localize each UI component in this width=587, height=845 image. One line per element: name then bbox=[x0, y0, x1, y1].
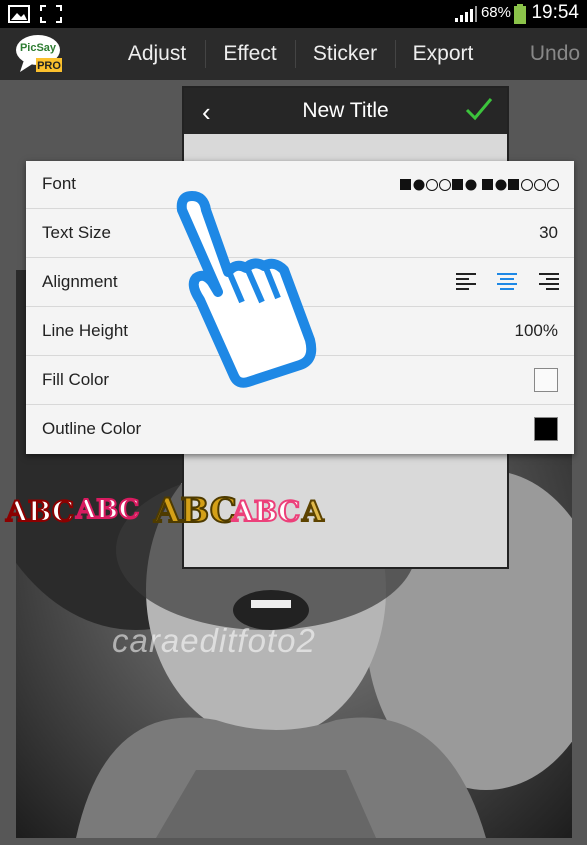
svg-text:PicSay: PicSay bbox=[20, 42, 57, 54]
pointing-hand-icon bbox=[176, 191, 317, 388]
screenshot-icon bbox=[40, 5, 62, 23]
text-style-preset[interactable]: A bbox=[301, 494, 325, 529]
fill-color-label: Fill Color bbox=[42, 370, 110, 389]
dialog-header: ‹ New Title bbox=[184, 88, 507, 134]
status-bar: 68% 19:54 bbox=[0, 0, 587, 28]
outline-color-swatch[interactable] bbox=[534, 417, 558, 441]
outline-color-row[interactable]: Outline Color bbox=[26, 406, 574, 454]
effect-button[interactable]: Effect bbox=[210, 28, 290, 80]
text-style-preset[interactable]: ABC bbox=[75, 494, 140, 526]
battery-percent: 68% bbox=[480, 4, 511, 21]
dialog-title: New Title bbox=[302, 99, 389, 122]
export-button[interactable]: Export bbox=[400, 28, 486, 80]
text-size-value: 30 bbox=[539, 223, 558, 242]
signal-icon bbox=[455, 6, 477, 22]
line-height-value: 100% bbox=[514, 321, 558, 340]
adjust-button[interactable]: Adjust bbox=[114, 28, 200, 80]
confirm-check-icon[interactable] bbox=[465, 96, 493, 122]
clock: 19:54 bbox=[531, 2, 579, 23]
svg-text:PRO: PRO bbox=[37, 60, 61, 72]
text-style-presets: ABC ABC ABC ABC A bbox=[5, 490, 326, 545]
sticker-button[interactable]: Sticker bbox=[300, 28, 390, 80]
right-align-icon[interactable] bbox=[539, 273, 559, 291]
outline-color-label: Outline Color bbox=[42, 419, 142, 438]
fill-color-swatch[interactable] bbox=[534, 368, 558, 392]
alignment-label: Alignment bbox=[42, 272, 118, 291]
app-toolbar: PicSay PRO Adjust Effect Sticker Export … bbox=[0, 28, 587, 80]
font-label: Font bbox=[42, 174, 77, 193]
watermark-text: caraeditfoto2 bbox=[112, 622, 316, 659]
text-style-preset[interactable]: ABC bbox=[153, 490, 238, 532]
text-size-label: Text Size bbox=[42, 223, 111, 242]
image-notification-icon bbox=[8, 5, 30, 23]
font-preview bbox=[400, 179, 559, 191]
line-height-label: Line Height bbox=[42, 321, 129, 340]
left-align-icon[interactable] bbox=[456, 273, 476, 291]
center-align-icon[interactable] bbox=[497, 273, 517, 291]
toolbar-divider bbox=[395, 40, 396, 68]
picsay-pro-logo[interactable]: PicSay PRO bbox=[14, 32, 64, 76]
toolbar-divider bbox=[205, 40, 206, 68]
undo-button[interactable]: Undo bbox=[520, 28, 587, 80]
toolbar-divider bbox=[295, 40, 296, 68]
battery-icon bbox=[514, 4, 526, 24]
text-style-preset[interactable]: ABC bbox=[231, 494, 301, 529]
text-style-preset[interactable]: ABC bbox=[5, 494, 75, 529]
